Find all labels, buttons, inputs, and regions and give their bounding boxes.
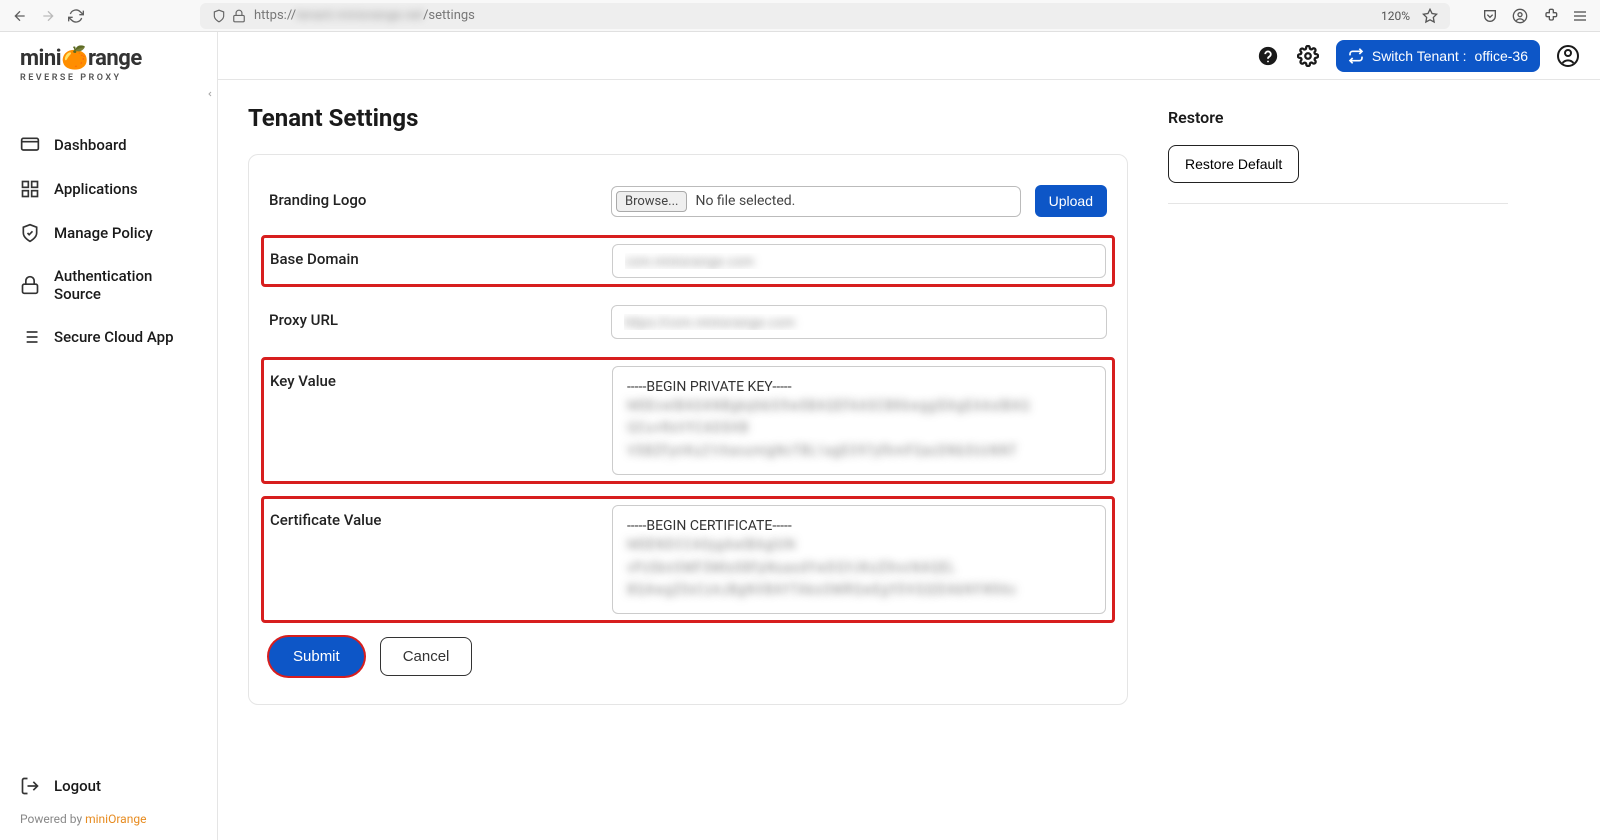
shield-icon bbox=[212, 9, 226, 23]
base-domain-input[interactable] bbox=[612, 244, 1106, 278]
url-prefix: https:// bbox=[254, 8, 296, 23]
profile-button[interactable] bbox=[1556, 44, 1580, 68]
submit-button[interactable]: Submit bbox=[269, 637, 364, 676]
cert-value-textarea[interactable]: -----BEGIN CERTIFICATE----- MIIENDCCA0yg… bbox=[612, 505, 1106, 614]
upload-button[interactable]: Upload bbox=[1035, 185, 1107, 217]
base-domain-label: Base Domain bbox=[270, 244, 600, 268]
sidebar-item-secure-cloud[interactable]: Secure Cloud App bbox=[12, 315, 205, 359]
logout-label: Logout bbox=[54, 777, 101, 795]
miniorange-link[interactable]: miniOrange bbox=[85, 812, 146, 826]
url-host: tenant.miniorange.net bbox=[296, 8, 423, 23]
hamburger-icon[interactable] bbox=[1572, 8, 1588, 24]
sidebar: mini🍊range REVERSE PROXY Dashboard Appli… bbox=[0, 32, 218, 840]
cancel-button[interactable]: Cancel bbox=[380, 637, 473, 676]
switch-tenant-button[interactable]: Switch Tenant : office-36 bbox=[1336, 40, 1540, 72]
restore-title: Restore bbox=[1168, 108, 1508, 127]
sidebar-item-label: Secure Cloud App bbox=[54, 328, 174, 346]
proxy-url-input[interactable] bbox=[611, 305, 1107, 339]
sidebar-item-manage-policy[interactable]: Manage Policy bbox=[12, 211, 205, 255]
browse-button[interactable]: Browse... bbox=[616, 191, 687, 212]
file-status: No file selected. bbox=[695, 193, 795, 209]
cert-value-label: Certificate Value bbox=[270, 505, 600, 529]
proxy-url-label: Proxy URL bbox=[269, 305, 599, 329]
account-icon[interactable] bbox=[1512, 8, 1528, 24]
star-icon[interactable] bbox=[1422, 8, 1438, 24]
logout-icon bbox=[20, 776, 40, 796]
list-icon bbox=[20, 327, 40, 347]
extensions-icon[interactable] bbox=[1542, 8, 1558, 24]
logout-button[interactable]: Logout bbox=[12, 764, 205, 808]
key-value-label: Key Value bbox=[270, 366, 600, 390]
sidebar-item-applications[interactable]: Applications bbox=[12, 167, 205, 211]
sidebar-item-dashboard[interactable]: Dashboard bbox=[12, 123, 205, 167]
zoom-label: 120% bbox=[1381, 9, 1410, 23]
sidebar-item-label: Manage Policy bbox=[54, 224, 153, 242]
reload-button[interactable] bbox=[68, 8, 84, 24]
key-value-textarea[interactable]: -----BEGIN PRIVATE KEY----- MIIEvwIBADAN… bbox=[612, 366, 1106, 475]
forward-button[interactable] bbox=[40, 8, 56, 24]
pocket-icon[interactable] bbox=[1482, 8, 1498, 24]
branding-label: Branding Logo bbox=[269, 185, 599, 209]
back-button[interactable] bbox=[12, 8, 28, 24]
help-button[interactable] bbox=[1256, 44, 1280, 68]
shield-check-icon bbox=[20, 223, 40, 243]
settings-form: Branding Logo Browse... No file selected… bbox=[248, 154, 1128, 705]
sidebar-item-label: Dashboard bbox=[54, 136, 127, 154]
dashboard-icon bbox=[20, 135, 40, 155]
swap-icon bbox=[1348, 48, 1364, 64]
topbar: Switch Tenant : office-36 bbox=[218, 32, 1600, 80]
sidebar-item-label: Authentication Source bbox=[54, 267, 197, 303]
settings-button[interactable] bbox=[1296, 44, 1320, 68]
lock-icon bbox=[232, 9, 246, 23]
restore-default-button[interactable]: Restore Default bbox=[1168, 145, 1299, 183]
url-path: /settings bbox=[423, 8, 475, 23]
page-title: Tenant Settings bbox=[248, 104, 1128, 132]
divider bbox=[1168, 203, 1508, 204]
collapse-handle[interactable] bbox=[202, 82, 218, 106]
grid-icon bbox=[20, 179, 40, 199]
browser-toolbar: https://tenant.miniorange.net/settings 1… bbox=[0, 0, 1600, 32]
url-bar[interactable]: https://tenant.miniorange.net/settings 1… bbox=[200, 3, 1450, 29]
key-value-highlight: Key Value -----BEGIN PRIVATE KEY----- MI… bbox=[261, 357, 1115, 484]
lock-icon bbox=[20, 275, 40, 295]
sidebar-item-label: Applications bbox=[54, 180, 138, 198]
powered-by: Powered by miniOrange bbox=[12, 808, 205, 826]
base-domain-highlight: Base Domain bbox=[261, 235, 1115, 287]
file-input[interactable]: Browse... No file selected. bbox=[611, 186, 1021, 217]
logo: mini🍊range REVERSE PROXY bbox=[0, 32, 217, 93]
cert-value-highlight: Certificate Value -----BEGIN CERTIFICATE… bbox=[261, 496, 1115, 623]
sidebar-item-auth-source[interactable]: Authentication Source bbox=[12, 255, 205, 315]
